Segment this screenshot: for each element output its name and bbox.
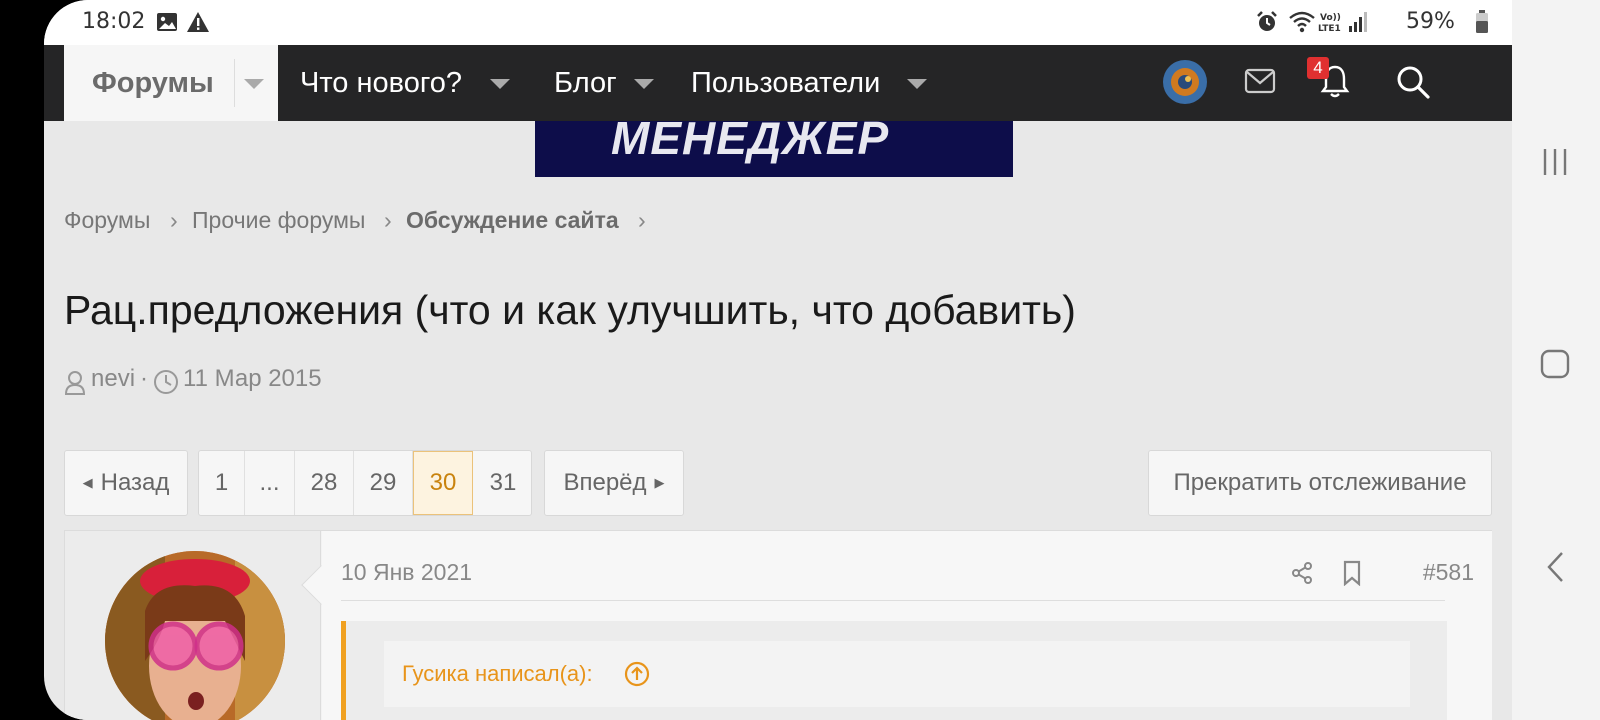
nav-forums-label: Форумы bbox=[92, 67, 214, 99]
nav-separator bbox=[234, 59, 235, 107]
user-avatar-icon[interactable] bbox=[1162, 59, 1208, 105]
avatar[interactable] bbox=[105, 551, 285, 720]
nav-item-forums[interactable]: Форумы bbox=[64, 45, 278, 121]
battery-percent: 59% bbox=[1406, 9, 1455, 34]
next-label: Вперёд bbox=[563, 469, 647, 496]
quote-block: Гусика написал(а): bbox=[341, 621, 1447, 720]
recent-apps-icon[interactable] bbox=[1540, 147, 1570, 177]
user-icon bbox=[64, 371, 86, 395]
page-current[interactable]: 30 bbox=[413, 451, 473, 515]
browser-screen: 18:02 Vo)) LTE1 59% МЕНЕДЖЕР Форумы Что … bbox=[44, 0, 1556, 720]
post-date[interactable]: 10 Янв 2021 bbox=[341, 559, 472, 586]
page-title: Рац.предложения (что и как улучшить, что… bbox=[64, 287, 1076, 333]
thread-date[interactable]: 11 Мар 2015 bbox=[183, 365, 322, 393]
unwatch-button[interactable]: Прекратить отслеживание bbox=[1148, 450, 1492, 516]
page-numbers: 1 ... 28 29 30 31 bbox=[198, 450, 532, 516]
post-number[interactable]: #581 bbox=[1423, 559, 1474, 586]
breadcrumb-site-discussion[interactable]: Обсуждение сайта bbox=[406, 207, 619, 234]
prev-label: Назад bbox=[100, 469, 170, 496]
chevron-right-icon: › bbox=[384, 207, 392, 233]
nav-item-whats-new[interactable]: Что нового? bbox=[300, 67, 462, 100]
chevron-down-icon[interactable] bbox=[490, 79, 510, 89]
search-icon[interactable] bbox=[1396, 65, 1430, 99]
next-page-button[interactable]: Вперёд ▶ bbox=[544, 450, 684, 516]
warning-icon bbox=[187, 12, 209, 32]
post: 10 Янв 2021 #581 Гусика написал(а): bbox=[64, 530, 1492, 720]
post-divider bbox=[341, 600, 1445, 601]
home-icon[interactable] bbox=[1540, 349, 1570, 379]
page-link[interactable]: 28 bbox=[295, 451, 354, 515]
thread-author[interactable]: nevi bbox=[91, 365, 135, 393]
svg-text:Vo)): Vo)) bbox=[1320, 13, 1341, 23]
bookmark-icon[interactable] bbox=[1342, 560, 1362, 586]
svg-text:LTE1: LTE1 bbox=[1318, 24, 1341, 34]
signal-icon bbox=[1349, 12, 1367, 32]
chevron-down-icon[interactable] bbox=[634, 79, 654, 89]
status-bar: 18:02 Vo)) LTE1 59% bbox=[44, 0, 1556, 45]
breadcrumb-forums[interactable]: Форумы bbox=[64, 207, 150, 234]
nav-item-users[interactable]: Пользователи bbox=[691, 67, 880, 100]
chevron-down-icon[interactable] bbox=[244, 79, 264, 89]
battery-icon bbox=[1476, 10, 1488, 33]
chevron-down-icon[interactable] bbox=[907, 79, 927, 89]
wifi-icon bbox=[1289, 11, 1315, 33]
post-user-pane bbox=[65, 531, 321, 720]
mail-icon[interactable] bbox=[1244, 67, 1276, 97]
back-icon[interactable] bbox=[1544, 550, 1568, 584]
caret-right-icon: ▶ bbox=[654, 475, 665, 490]
notification-badge: 4 bbox=[1307, 57, 1329, 79]
clock-icon bbox=[154, 370, 178, 394]
nav-item-blog[interactable]: Блог bbox=[554, 67, 617, 100]
system-nav-bar bbox=[1512, 0, 1600, 720]
quote-header: Гусика написал(а): bbox=[384, 641, 1410, 707]
prev-page-button[interactable]: ◀ Назад bbox=[64, 450, 188, 516]
caret-left-icon: ◀ bbox=[82, 475, 93, 490]
arrow-up-circle-icon[interactable] bbox=[624, 661, 650, 687]
page-link[interactable]: 31 bbox=[473, 451, 531, 515]
gallery-icon bbox=[157, 13, 177, 31]
alarm-icon bbox=[1257, 11, 1277, 31]
page-link[interactable]: 29 bbox=[354, 451, 413, 515]
share-icon[interactable] bbox=[1290, 561, 1314, 585]
breadcrumb-other-forums[interactable]: Прочие форумы bbox=[192, 207, 365, 234]
main-nav: Форумы Что нового? Блог Пользователи 4 bbox=[44, 45, 1556, 121]
post-body: 10 Янв 2021 #581 Гусика написал(а): bbox=[322, 531, 1492, 720]
volte-icon: Vo)) LTE1 bbox=[1318, 13, 1341, 34]
page-ellipsis[interactable]: ... bbox=[245, 451, 295, 515]
quote-author[interactable]: Гусика написал(а): bbox=[402, 661, 593, 687]
page-link[interactable]: 1 bbox=[199, 451, 245, 515]
chevron-right-icon: › bbox=[170, 207, 178, 233]
chevron-right-icon: › bbox=[638, 207, 646, 233]
avatar-image bbox=[105, 551, 285, 720]
meta-separator: · bbox=[140, 365, 148, 392]
status-time: 18:02 bbox=[82, 9, 146, 34]
